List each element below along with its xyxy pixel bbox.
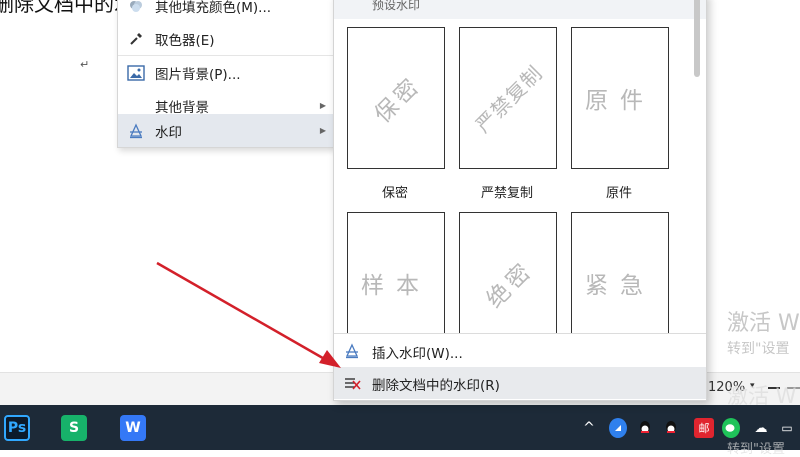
annotation-arrow <box>156 261 341 368</box>
